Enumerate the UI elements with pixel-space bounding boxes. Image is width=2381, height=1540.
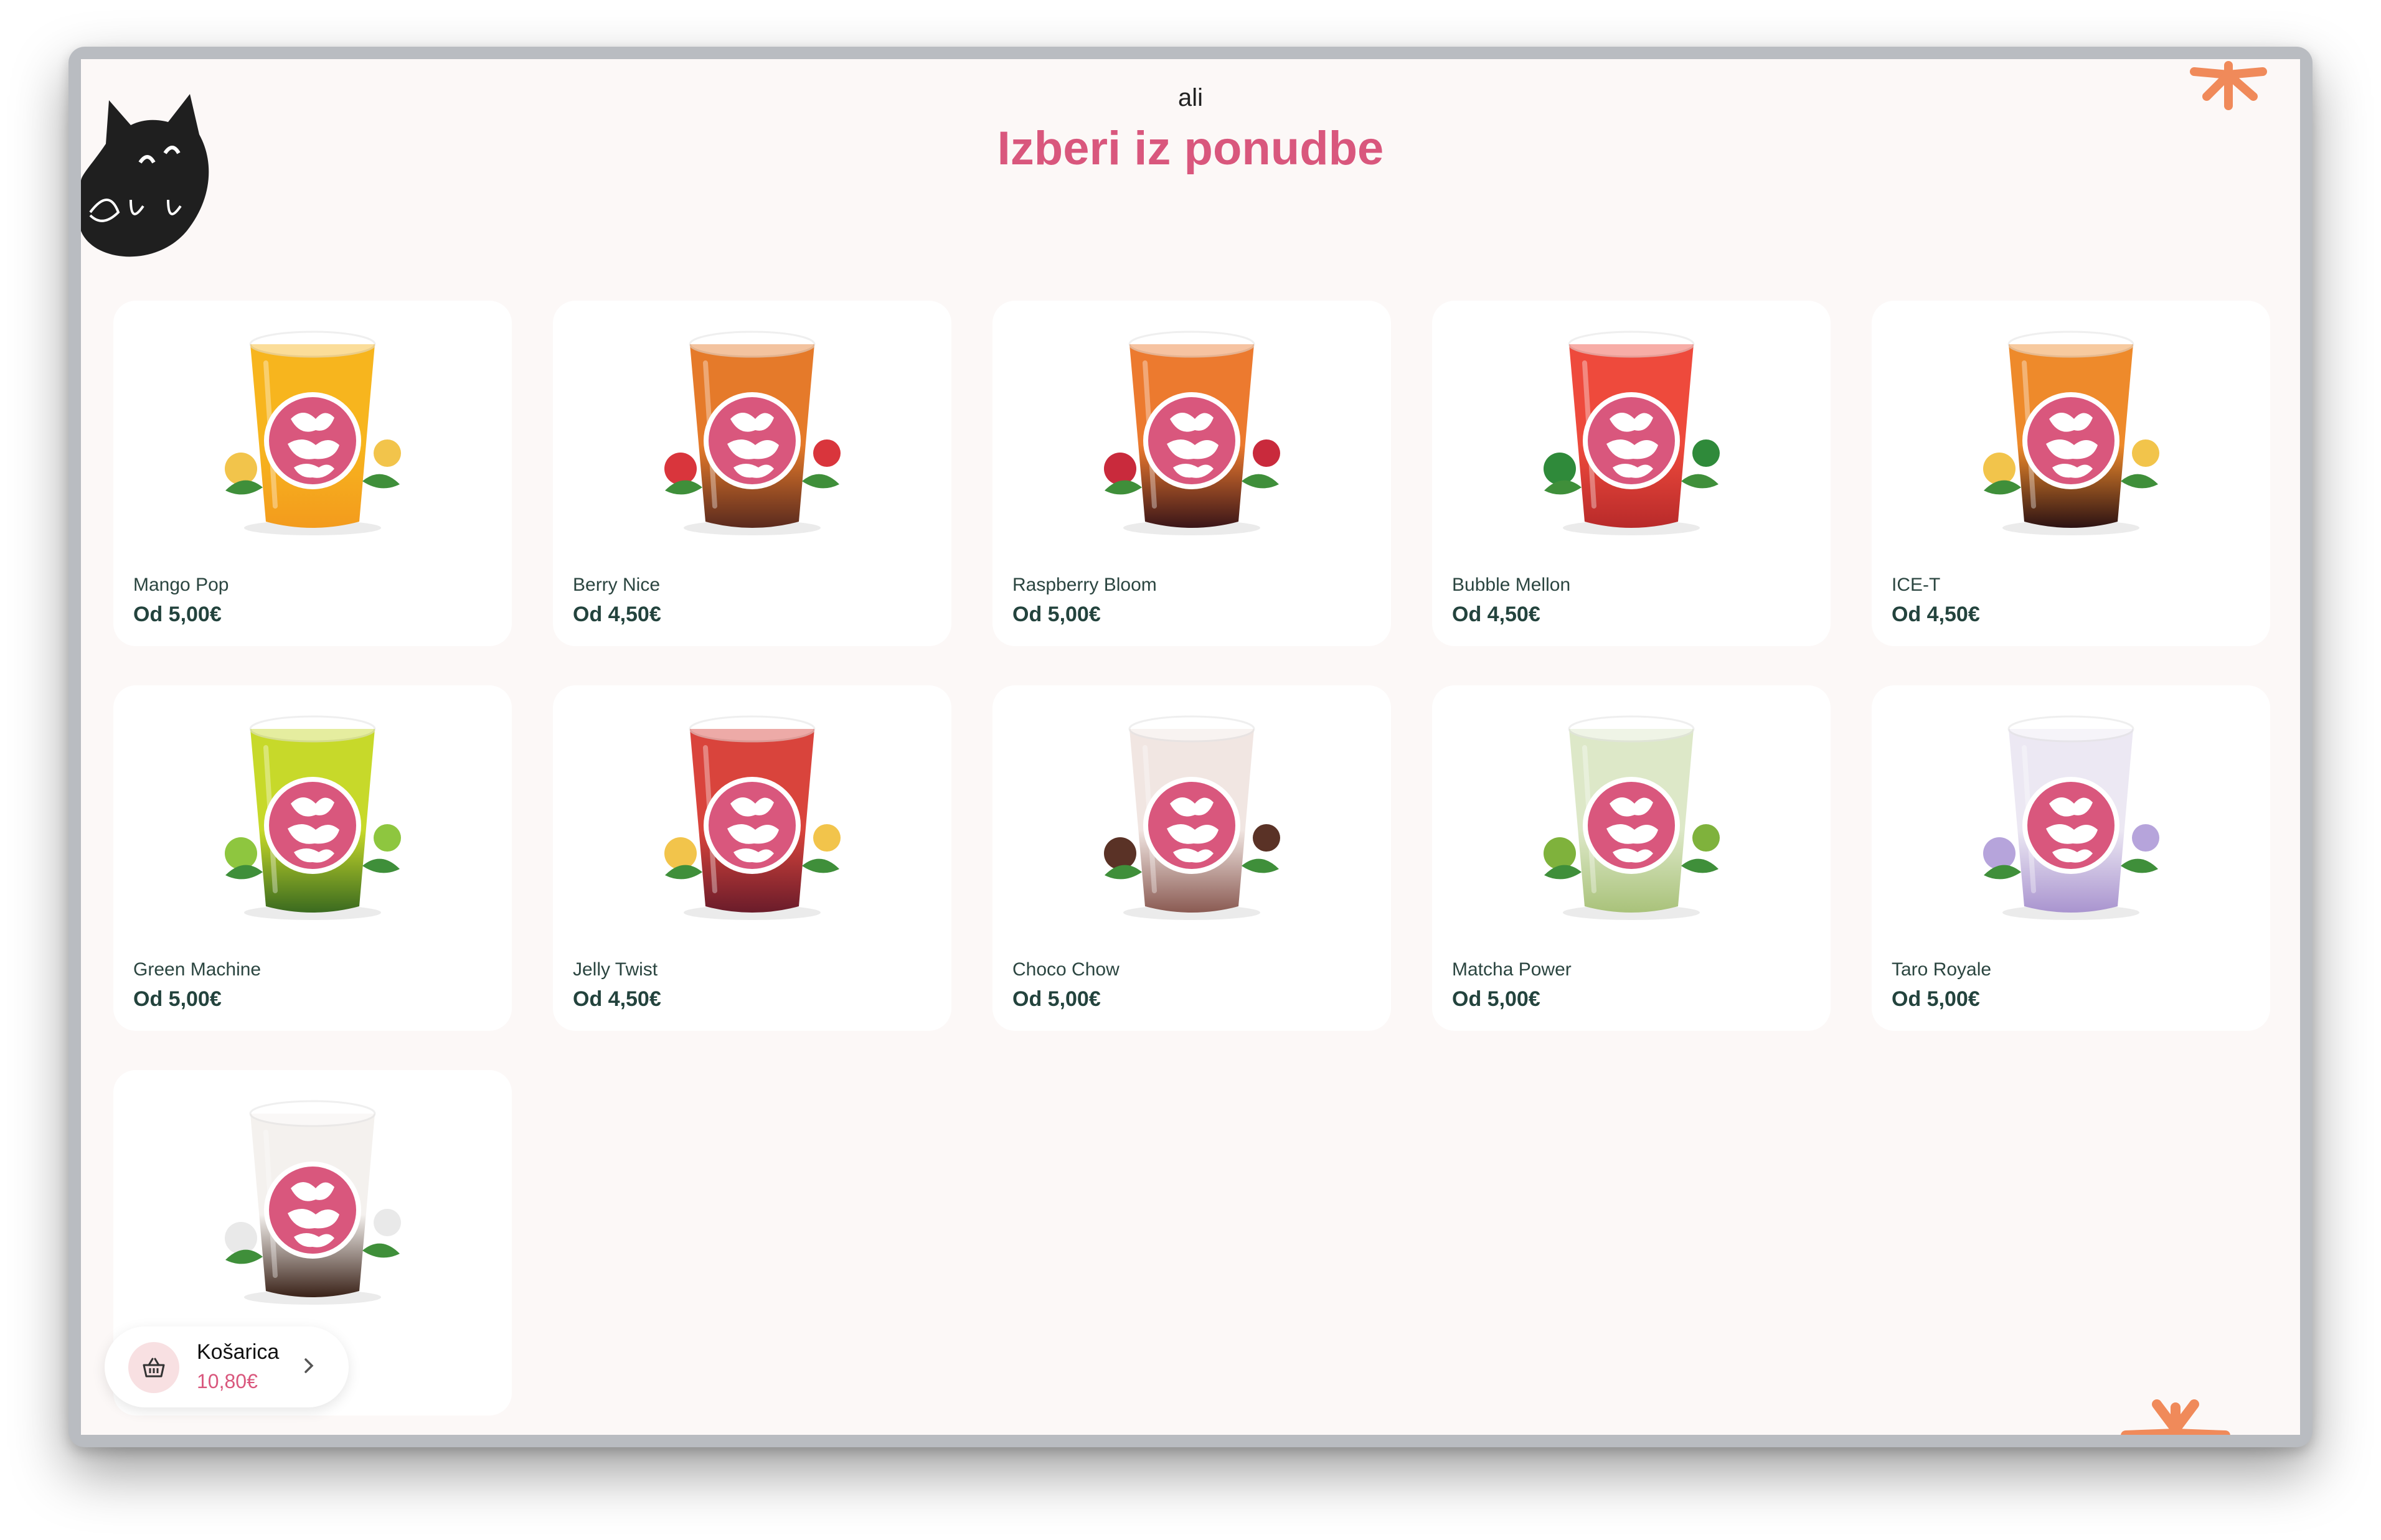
cart-button[interactable]: Košarica 10,80€	[105, 1326, 349, 1407]
drink-image	[225, 331, 401, 535]
drink-image	[1104, 331, 1280, 535]
browser-window: ali Izberi iz ponudbe Mango Pop Od 5,00€ B…	[68, 47, 2313, 1447]
drink-image	[1983, 331, 2159, 535]
product-name: Berry Nice	[573, 575, 661, 595]
product-card[interactable]: ICE-T Od 4,50€	[1872, 301, 2270, 646]
product-card[interactable]: Berry Nice Od 4,50€	[553, 301, 951, 646]
product-name: Jelly Twist	[573, 959, 658, 980]
drink-image	[1544, 331, 1720, 535]
drink-image	[225, 715, 401, 920]
product-card[interactable]: Raspberry Bloom Od 5,00€	[992, 301, 1391, 646]
product-price: Od 5,00€	[133, 603, 222, 626]
product-price: Od 4,50€	[1452, 603, 1540, 626]
product-price: Od 5,00€	[133, 987, 222, 1011]
cart-label: Košarica	[197, 1340, 280, 1364]
menu-page: ali Izberi iz ponudbe Mango Pop Od 5,00€ B…	[81, 59, 2300, 1435]
product-name: Choco Chow	[1012, 959, 1120, 980]
product-price: Od 5,00€	[1452, 987, 1540, 1011]
product-card[interactable]: Bubble Mellon Od 4,50€	[1432, 301, 1831, 646]
product-price: Od 5,00€	[1012, 987, 1101, 1011]
product-card[interactable]: Jelly Twist Od 4,50€	[553, 685, 951, 1031]
basket-icon	[128, 1342, 179, 1393]
product-name: Raspberry Bloom	[1012, 575, 1157, 595]
drink-image	[1104, 715, 1280, 920]
product-name: Taro Royale	[1892, 959, 1992, 980]
product-name: ICE-T	[1892, 575, 1941, 595]
chevron-right-icon	[304, 1358, 314, 1373]
product-price: Od 4,50€	[573, 603, 661, 626]
product-card[interactable]: Taro Royale Od 5,00€	[1872, 685, 2270, 1031]
drink-image	[664, 715, 841, 920]
drink-image	[1983, 715, 2159, 920]
product-card[interactable]: Green Machine Od 5,00€	[113, 685, 512, 1031]
product-price: Od 4,50€	[573, 987, 661, 1011]
drink-image	[1544, 715, 1720, 920]
product-name: Mango Pop	[133, 575, 229, 595]
product-card[interactable]: Mango Pop Od 5,00€	[113, 301, 512, 646]
product-price: Od 4,50€	[1892, 603, 1980, 626]
drink-image	[225, 1100, 401, 1305]
product-name: Matcha Power	[1452, 959, 1572, 980]
product-name: Green Machine	[133, 959, 262, 980]
product-price: Od 5,00€	[1012, 603, 1101, 626]
cart-total: 10,80€	[197, 1370, 258, 1392]
product-card[interactable]: Matcha Power Od 5,00€	[1432, 685, 1831, 1031]
product-grid: Mango Pop Od 5,00€ Berry Nice Od 4,50€ Raspb…	[81, 59, 2300, 1435]
product-price: Od 5,00€	[1892, 987, 1980, 1011]
drink-image	[664, 331, 841, 535]
product-card[interactable]: Choco Chow Od 5,00€	[992, 685, 1391, 1031]
product-name: Bubble Mellon	[1452, 575, 1571, 595]
